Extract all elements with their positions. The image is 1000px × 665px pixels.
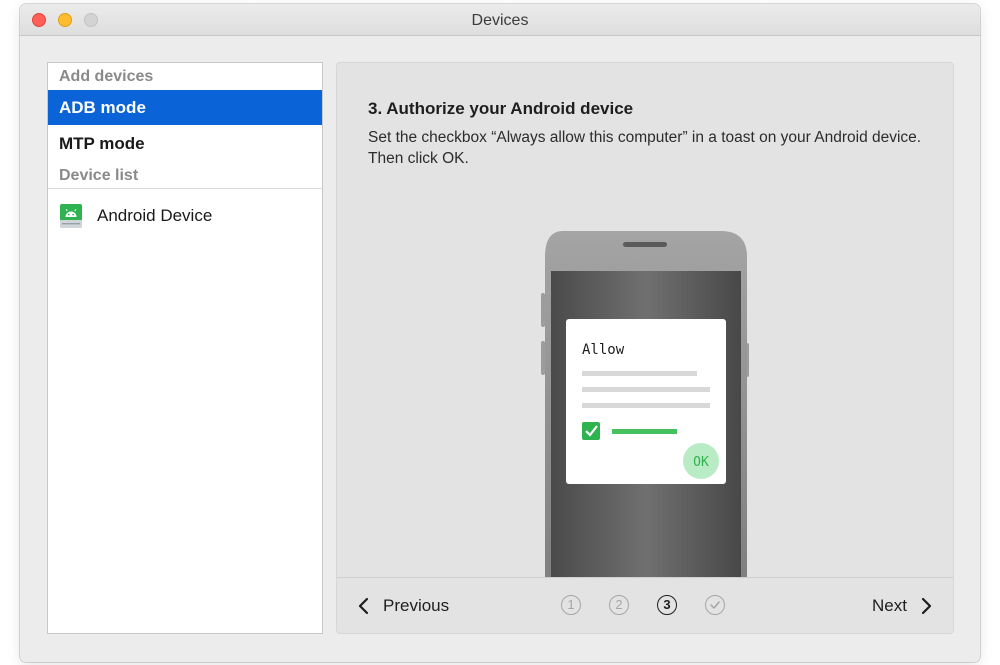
sidebar: Add devices ADB mode MTP mode Device lis…: [47, 62, 323, 634]
sidebar-item-mtp-mode[interactable]: MTP mode: [48, 126, 322, 161]
sidebar-divider: [48, 188, 322, 189]
step-4-indicator[interactable]: [705, 595, 725, 615]
step-description: Set the checkbox “Always allow this comp…: [368, 129, 922, 167]
phone-illustration: Allow OK: [541, 231, 749, 577]
android-device-icon: [60, 204, 82, 228]
dialog-title: Allow: [582, 342, 625, 358]
section-header-add-devices: Add devices: [59, 68, 154, 85]
wizard-footer: Previous 1 2 3 Next: [337, 577, 953, 633]
devices-window: Devices Add devices ADB mode MTP mode De…: [20, 4, 980, 662]
next-label: Next: [872, 596, 907, 615]
sidebar-item-adb-mode[interactable]: ADB mode: [48, 90, 322, 125]
window-title: Devices: [471, 12, 529, 29]
device-label: Android Device: [97, 206, 213, 225]
step-title: 3. Authorize your Android device: [368, 99, 634, 118]
previous-button[interactable]: Previous: [357, 578, 450, 633]
chevron-right-icon: [921, 597, 932, 615]
step-1-indicator[interactable]: 1: [561, 595, 581, 615]
step-2-indicator[interactable]: 2: [609, 595, 629, 615]
wizard-content-panel: 3. Authorize your Android device Set the…: [336, 62, 954, 634]
step-3-indicator[interactable]: 3: [657, 595, 677, 615]
title-bar: Devices: [20, 4, 980, 36]
next-button[interactable]: Next: [872, 578, 933, 633]
chevron-left-icon: [358, 597, 369, 615]
section-header-device-list: Device list: [59, 167, 139, 184]
device-list-item[interactable]: Android Device: [48, 199, 322, 235]
ok-label: OK: [693, 455, 709, 470]
checkmark-icon: [710, 601, 720, 609]
previous-label: Previous: [383, 596, 450, 615]
checkbox-icon: [582, 422, 600, 440]
